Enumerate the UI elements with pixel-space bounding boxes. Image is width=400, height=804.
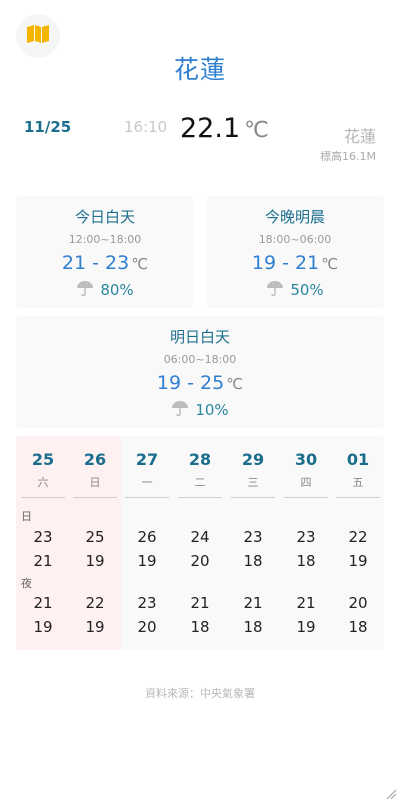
card-rain-value: 50% bbox=[290, 281, 324, 299]
card-title: 明日白天 bbox=[169, 328, 230, 346]
divider bbox=[336, 497, 380, 498]
card-rain: 80% bbox=[16, 280, 194, 300]
day-date: 26 bbox=[83, 450, 107, 469]
day-high: 25 bbox=[85, 528, 105, 546]
umbrella-icon bbox=[171, 400, 189, 420]
day-low: 19 bbox=[137, 552, 157, 570]
divider bbox=[178, 497, 222, 498]
day-low: 21 bbox=[33, 552, 53, 570]
day-date: 28 bbox=[188, 450, 212, 469]
umbrella-icon bbox=[76, 280, 94, 300]
night-low: 19 bbox=[296, 618, 316, 636]
current-temperature: 22.1 ℃ bbox=[180, 113, 269, 144]
day-weekday: 五 bbox=[352, 476, 364, 489]
night-low: 19 bbox=[33, 618, 53, 636]
card-temp-value: 19 - 21 bbox=[251, 252, 320, 274]
night-low: 18 bbox=[348, 618, 368, 636]
day-date: 27 bbox=[135, 450, 159, 469]
day-low: 20 bbox=[190, 552, 210, 570]
card-temp-unit: ℃ bbox=[226, 375, 244, 393]
night-low: 20 bbox=[137, 618, 157, 636]
night-low: 18 bbox=[243, 618, 263, 636]
day-date: 30 bbox=[294, 450, 318, 469]
card-title: 今晚明晨 bbox=[264, 208, 325, 226]
forecast-card-today-day: 今日白天 12:00~18:00 21 - 23 ℃ 80% bbox=[16, 196, 194, 308]
data-source: 資料來源：中央氣象署 bbox=[145, 687, 255, 700]
card-rain: 50% bbox=[206, 280, 384, 300]
card-temp: 19 - 25 ℃ bbox=[16, 372, 384, 394]
card-time-range: 12:00~18:00 bbox=[68, 233, 142, 246]
current-temp-value: 22.1 bbox=[180, 113, 241, 144]
night-row-label: 夜 bbox=[21, 577, 32, 590]
day-low: 19 bbox=[85, 552, 105, 570]
day-high: 23 bbox=[296, 528, 316, 546]
day-high: 23 bbox=[33, 528, 53, 546]
night-low: 19 bbox=[85, 618, 105, 636]
day-low: 19 bbox=[348, 552, 368, 570]
forecast-card-tomorrow-day: 明日白天 06:00~18:00 19 - 25 ℃ 10% bbox=[16, 316, 384, 428]
day-date: 29 bbox=[241, 450, 265, 469]
divider bbox=[73, 497, 117, 498]
card-rain-value: 10% bbox=[195, 401, 229, 419]
current-time: 16:10 bbox=[124, 118, 168, 136]
day-low: 18 bbox=[296, 552, 316, 570]
map-icon bbox=[26, 24, 50, 48]
day-high: 23 bbox=[243, 528, 263, 546]
card-temp-value: 21 - 23 bbox=[61, 252, 130, 274]
day-weekday: 二 bbox=[194, 476, 206, 489]
day-weekday: 三 bbox=[247, 476, 259, 489]
night-low: 18 bbox=[190, 618, 210, 636]
night-high: 21 bbox=[243, 594, 263, 612]
night-high: 21 bbox=[33, 594, 53, 612]
day-high: 24 bbox=[190, 528, 210, 546]
card-temp: 19 - 21 ℃ bbox=[206, 252, 384, 274]
resize-handle-icon[interactable] bbox=[385, 785, 397, 800]
station-name: 花蓮 bbox=[343, 127, 376, 146]
card-rain: 10% bbox=[16, 400, 384, 420]
day-weekday: 日 bbox=[89, 476, 101, 489]
station-altitude: 標高16.1M bbox=[320, 150, 376, 163]
current-date: 11/25 bbox=[24, 118, 72, 136]
card-temp-value: 19 - 25 bbox=[156, 372, 225, 394]
day-date: 01 bbox=[346, 450, 370, 469]
divider bbox=[21, 497, 65, 498]
day-weekday: 六 bbox=[37, 476, 49, 489]
umbrella-icon bbox=[266, 280, 284, 300]
day-low: 18 bbox=[243, 552, 263, 570]
night-high: 21 bbox=[296, 594, 316, 612]
card-temp-unit: ℃ bbox=[321, 255, 339, 273]
day-weekday: 四 bbox=[300, 476, 312, 489]
day-high: 26 bbox=[137, 528, 157, 546]
night-high: 21 bbox=[190, 594, 210, 612]
night-high: 20 bbox=[348, 594, 368, 612]
current-temp-unit: ℃ bbox=[244, 118, 269, 143]
weekly-forecast: 日 夜 25 六 23 21 21 19 26 日 25 19 22 19 27… bbox=[16, 436, 384, 650]
forecast-card-tonight: 今晚明晨 18:00~06:00 19 - 21 ℃ 50% bbox=[206, 196, 384, 308]
day-date: 25 bbox=[31, 450, 55, 469]
location-title: 花蓮 bbox=[173, 55, 226, 84]
day-row-label: 日 bbox=[21, 510, 32, 523]
divider bbox=[125, 497, 169, 498]
card-temp: 21 - 23 ℃ bbox=[16, 252, 194, 274]
card-title: 今日白天 bbox=[74, 208, 135, 226]
day-weekday: 一 bbox=[141, 476, 153, 489]
card-rain-value: 80% bbox=[100, 281, 134, 299]
night-high: 22 bbox=[85, 594, 105, 612]
card-time-range: 18:00~06:00 bbox=[258, 233, 332, 246]
card-temp-unit: ℃ bbox=[131, 255, 149, 273]
divider bbox=[284, 497, 328, 498]
card-time-range: 06:00~18:00 bbox=[163, 353, 237, 366]
divider bbox=[231, 497, 275, 498]
night-high: 23 bbox=[137, 594, 157, 612]
day-high: 22 bbox=[348, 528, 368, 546]
